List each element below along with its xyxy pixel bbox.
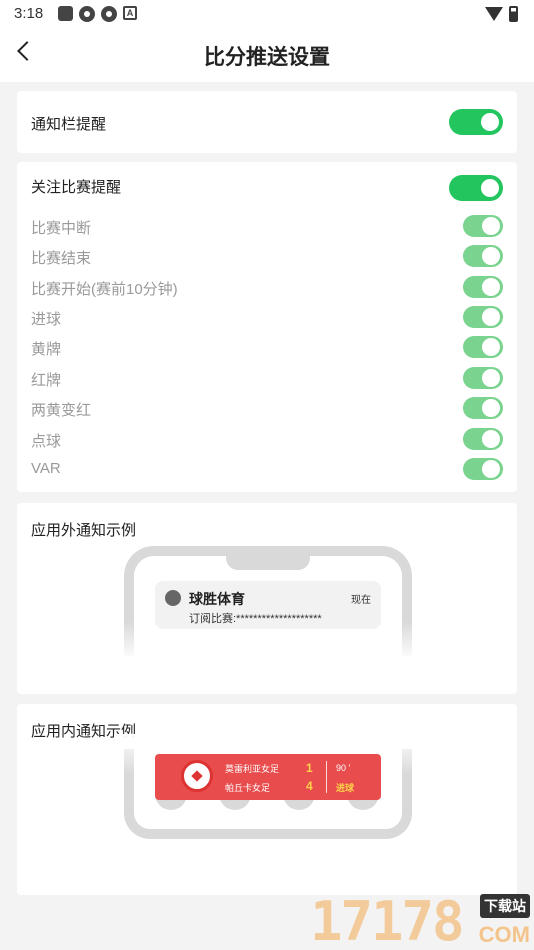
sub-label: 红牌 (31, 372, 62, 389)
header: 比分推送设置 (0, 28, 534, 82)
away-score: 4 (306, 779, 313, 793)
sub-row-interrupt: 比赛中断 (31, 211, 503, 241)
interrupt-toggle[interactable] (463, 215, 503, 237)
home-score: 1 (306, 761, 313, 775)
watermark-domain: COM (478, 922, 530, 947)
sub-row-penalty: 点球 (31, 424, 503, 454)
outside-example-card: 应用外通知示例 球胜体育 现在 订阅比赛:*******************… (17, 503, 517, 694)
notification-time: 现在 (351, 595, 371, 606)
follow-row: 关注比赛提醒 (31, 170, 503, 201)
app-notification-icon (79, 6, 95, 22)
page-title: 比分推送设置 (204, 46, 330, 69)
goal-toggle[interactable] (463, 306, 503, 328)
sub-row-end: 比赛结束 (31, 241, 503, 271)
notification-app-name: 球胜体育 (189, 591, 245, 607)
in-app-goal-banner: 莫雷利亚女足 帕丘卡女足 1 4 90 ' 进球 (155, 754, 381, 800)
sub-row-start: 比赛开始(赛前10分钟) (31, 272, 503, 302)
sub-label: 点球 (31, 433, 62, 450)
sub-label: VAR (31, 460, 61, 477)
sub-row-second-yellow: 两黄变红 (31, 393, 503, 423)
notification-square-icon (58, 6, 73, 21)
battery-icon (509, 6, 518, 22)
var-toggle[interactable] (463, 458, 503, 480)
yellow-toggle[interactable] (463, 336, 503, 358)
watermark-number: 17178 (310, 890, 465, 950)
event-label: 进球 (336, 783, 355, 793)
sub-label: 比赛中断 (31, 220, 92, 237)
sub-row-yellow: 黄牌 (31, 332, 503, 362)
notification-bar-row: 通知栏提醒 (31, 107, 503, 137)
sub-row-var: VAR (31, 454, 503, 484)
sub-label: 黄牌 (31, 341, 62, 358)
penalty-toggle[interactable] (463, 428, 503, 450)
phone-notch (226, 546, 310, 570)
banner-divider (326, 761, 327, 793)
sub-label: 进球 (31, 311, 62, 328)
notification-bar-label: 通知栏提醒 (31, 116, 107, 133)
a-badge-icon: A (123, 6, 137, 20)
site-watermark: 17178 下载站 COM (310, 890, 534, 950)
outside-example-title: 应用外通知示例 (31, 522, 137, 539)
start-toggle[interactable] (463, 276, 503, 298)
follow-label: 关注比赛提醒 (31, 179, 122, 196)
away-team: 帕丘卡女足 (225, 783, 271, 793)
notification-bar-toggle[interactable] (449, 109, 503, 135)
app-notification-icon-2 (101, 6, 117, 22)
sample-notification: 球胜体育 现在 订阅比赛:******************** (155, 581, 381, 629)
end-toggle[interactable] (463, 245, 503, 267)
notification-text: 订阅比赛:******************** (189, 613, 322, 625)
wifi-icon (485, 7, 503, 21)
sub-label: 两黄变红 (31, 402, 92, 419)
red-toggle[interactable] (463, 367, 503, 389)
sub-row-goal: 进球 (31, 302, 503, 332)
status-time: 3:18 (14, 5, 44, 22)
sub-label: 比赛结束 (31, 250, 92, 267)
follow-card: 关注比赛提醒 比赛中断 比赛结束 比赛开始(赛前10分钟) 进球 黄牌 红牌 两… (17, 162, 517, 492)
match-minute: 90 ' (336, 763, 351, 773)
app-dot-icon (165, 590, 181, 606)
home-team: 莫雷利亚女足 (225, 764, 280, 774)
sub-label: 比赛开始(赛前10分钟) (31, 281, 178, 298)
second-yellow-toggle[interactable] (463, 397, 503, 419)
follow-toggle[interactable] (449, 175, 503, 201)
soccer-ball-icon (181, 760, 213, 792)
inside-example-card: 应用内通知示例 莫雷利亚女足 帕丘卡女足 1 4 90 ' 进球 (17, 704, 517, 895)
watermark-tag: 下载站 (480, 894, 530, 918)
sub-row-red: 红牌 (31, 363, 503, 393)
status-bar: 3:18 A (0, 0, 534, 28)
notification-bar-card: 通知栏提醒 (17, 91, 517, 153)
